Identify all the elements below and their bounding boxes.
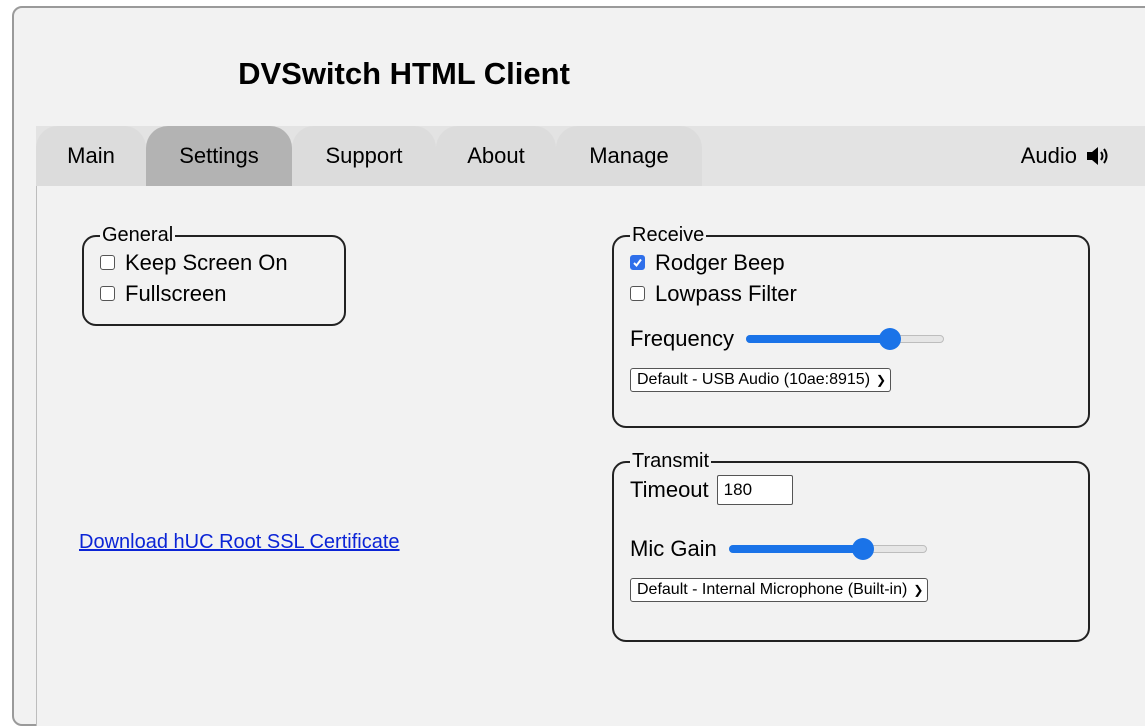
fullscreen-row: Fullscreen [100, 278, 330, 309]
receive-device-value: Default - USB Audio (10ae:8915) [637, 371, 871, 388]
rodger-beep-row: Rodger Beep [630, 247, 1074, 278]
keep-screen-on-row: Keep Screen On [100, 247, 330, 278]
transmit-legend: Transmit [632, 450, 710, 472]
transmit-device-value: Default - Internal Microphone (Built-in) [637, 581, 908, 598]
transmit-group: Transmit Timeout 180 Mic Gain Default - … [612, 450, 1090, 642]
keep-screen-on-label: Keep Screen On [125, 249, 288, 275]
tab-support[interactable]: Support [292, 126, 436, 186]
receive-device-select[interactable]: Default - USB Audio (10ae:8915) ❯ [630, 368, 892, 392]
chevron-down-icon: ❯ [876, 373, 887, 387]
tab-settings-label: Settings [179, 143, 259, 168]
settings-panel: General Keep Screen On Fullscreen Downlo… [36, 186, 1145, 726]
receive-legend: Receive [632, 224, 705, 246]
rodger-beep-label: Rodger Beep [655, 249, 785, 275]
general-group: General Keep Screen On Fullscreen [82, 224, 346, 326]
audio-toggle[interactable]: Audio [1021, 126, 1111, 186]
general-legend: General [102, 224, 174, 246]
mic-gain-row: Mic Gain [630, 533, 1074, 564]
frequency-slider-thumb[interactable] [879, 327, 902, 350]
lowpass-filter-row: Lowpass Filter [630, 278, 1074, 309]
mic-gain-slider-fill [728, 544, 864, 553]
frequency-slider-fill [745, 334, 891, 343]
timeout-row: Timeout 180 [630, 473, 1074, 507]
transmit-device-wrap: Default - Internal Microphone (Built-in)… [630, 578, 1074, 602]
tab-manage[interactable]: Manage [556, 126, 702, 186]
tab-bar: Main Settings Support About Manage Audio [36, 126, 1145, 186]
mic-gain-label: Mic Gain [630, 535, 717, 561]
tab-main[interactable]: Main [36, 126, 146, 186]
receive-device-wrap: Default - USB Audio (10ae:8915) ❯ [630, 368, 1074, 392]
tab-main-label: Main [67, 143, 115, 168]
frequency-slider[interactable] [745, 327, 944, 350]
speaker-icon [1087, 147, 1108, 165]
frequency-row: Frequency [630, 323, 1074, 354]
tab-settings[interactable]: Settings [146, 126, 292, 186]
mic-gain-slider[interactable] [728, 537, 927, 560]
receive-group: Receive Rodger Beep Lowpass Filter Frequ… [612, 224, 1090, 428]
audio-label: Audio [1020, 143, 1077, 168]
timeout-label: Timeout [630, 477, 709, 502]
tab-support-label: Support [325, 143, 403, 168]
chevron-down-icon: ❯ [913, 583, 924, 597]
transmit-device-select[interactable]: Default - Internal Microphone (Built-in)… [630, 578, 929, 602]
lowpass-filter-label: Lowpass Filter [655, 280, 797, 306]
tab-about[interactable]: About [436, 126, 556, 186]
frequency-label: Frequency [630, 325, 734, 351]
lowpass-filter-checkbox[interactable] [630, 286, 645, 301]
tab-manage-label: Manage [589, 143, 669, 168]
rodger-beep-checkbox[interactable] [630, 255, 645, 270]
fullscreen-checkbox[interactable] [100, 286, 115, 301]
mic-gain-slider-thumb[interactable] [852, 537, 875, 560]
app-window: DVSwitch HTML Client Main Settings Suppo… [12, 6, 1145, 726]
keep-screen-on-checkbox[interactable] [100, 255, 115, 270]
timeout-input[interactable]: 180 [716, 475, 793, 505]
fullscreen-label: Fullscreen [125, 280, 227, 306]
download-certificate-link[interactable]: Download hUC Root SSL Certificate [79, 531, 400, 554]
page-title: DVSwitch HTML Client [238, 56, 570, 91]
tab-about-label: About [467, 143, 525, 168]
